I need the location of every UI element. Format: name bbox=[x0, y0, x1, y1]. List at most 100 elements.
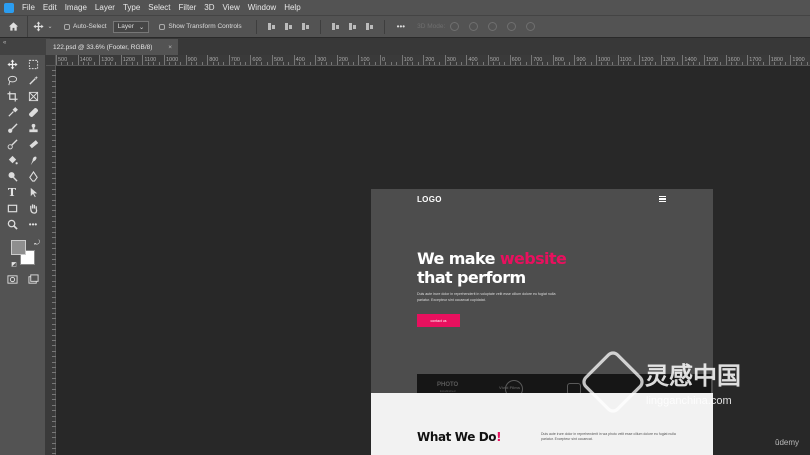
hand-tool-icon[interactable] bbox=[26, 202, 40, 214]
foreground-color-swatch[interactable] bbox=[11, 240, 26, 255]
path-selection-tool-icon[interactable] bbox=[26, 186, 40, 198]
ruler-tick bbox=[115, 62, 117, 65]
ruler-tick bbox=[693, 62, 695, 65]
dodge-tool-icon[interactable] bbox=[5, 170, 19, 182]
3d-mode-label: 3D Mode: bbox=[417, 23, 446, 30]
3d-roll-icon[interactable] bbox=[469, 22, 479, 31]
ruler-tick bbox=[331, 62, 333, 65]
menu-window[interactable]: Window bbox=[244, 0, 280, 15]
edit-toolbar-icon[interactable]: ••• bbox=[26, 218, 40, 230]
menu-3d[interactable]: 3D bbox=[200, 0, 218, 15]
eraser-tool-icon[interactable] bbox=[26, 138, 40, 150]
photoshop-logo-icon[interactable] bbox=[0, 0, 18, 15]
menu-select[interactable]: Select bbox=[144, 0, 174, 15]
ruler-tick bbox=[56, 55, 57, 65]
ruler-tick bbox=[790, 55, 792, 65]
ruler-tick bbox=[660, 55, 662, 65]
ruler-tick bbox=[218, 62, 219, 65]
ruler-tick bbox=[612, 62, 614, 65]
brush-tool-icon[interactable] bbox=[5, 122, 19, 134]
ruler-tick bbox=[315, 55, 317, 65]
auto-select-checkbox[interactable] bbox=[64, 23, 70, 30]
menu-filter[interactable]: Filter bbox=[175, 0, 201, 15]
document-tab[interactable]: 122.psd @ 33.6% (Footer, RGB/8) × bbox=[46, 39, 178, 56]
horizontal-ruler[interactable]: 500 1400 1300 1200 1100 1000 900 800 700 600 500 40… bbox=[56, 55, 810, 66]
ruler-label: 1800 bbox=[770, 57, 784, 63]
ruler-tick bbox=[493, 62, 495, 65]
screen-mode-icon[interactable] bbox=[26, 273, 40, 285]
ruler-tick bbox=[88, 62, 90, 65]
ruler-tick bbox=[504, 62, 506, 65]
type-tool-icon[interactable]: T bbox=[5, 186, 19, 199]
ruler-tick bbox=[785, 62, 786, 65]
ruler-tick bbox=[99, 55, 101, 65]
lasso-tool-icon[interactable] bbox=[5, 74, 19, 86]
ruler-tick bbox=[482, 62, 484, 65]
align-top-edges-icon[interactable] bbox=[331, 22, 340, 31]
ruler-origin[interactable] bbox=[46, 55, 56, 66]
ruler-tick bbox=[390, 62, 392, 65]
crop-tool-icon[interactable] bbox=[5, 90, 19, 102]
align-bottom-edges-icon[interactable] bbox=[365, 22, 374, 31]
frame-tool-icon[interactable] bbox=[26, 90, 40, 102]
what-we-do-heading: What We Do! bbox=[417, 430, 502, 444]
ruler-tick bbox=[299, 62, 300, 65]
stamp-tool-icon[interactable] bbox=[26, 122, 40, 134]
3d-scale-icon[interactable] bbox=[526, 22, 536, 31]
ruler-label: 200 bbox=[425, 57, 435, 63]
menu-file[interactable]: File bbox=[18, 0, 39, 15]
move-tool-preset-button[interactable]: ⌄ bbox=[28, 21, 58, 32]
menu-layer[interactable]: Layer bbox=[91, 0, 119, 15]
ruler-tick bbox=[709, 62, 711, 65]
pen-tool-icon[interactable] bbox=[26, 170, 40, 182]
3d-slide-icon[interactable] bbox=[507, 22, 517, 31]
align-vertical-centers-icon[interactable] bbox=[284, 22, 293, 31]
ruler-tick bbox=[196, 62, 198, 65]
quick-mask-icon[interactable] bbox=[5, 273, 19, 285]
ruler-tick bbox=[272, 55, 273, 65]
ruler-tick bbox=[671, 62, 673, 65]
menu-view[interactable]: View bbox=[219, 0, 244, 15]
move-tool-icon[interactable] bbox=[5, 58, 19, 70]
default-colors-icon[interactable]: ◩ bbox=[7, 258, 21, 270]
ruler-tick bbox=[245, 62, 246, 65]
magic-wand-tool-icon[interactable] bbox=[26, 74, 40, 86]
ruler-label: 1000 bbox=[598, 57, 611, 63]
eyedropper-tool-icon[interactable] bbox=[5, 106, 19, 118]
document-artboard[interactable]: LOGO We make website that perform Duis a… bbox=[371, 189, 713, 455]
options-bar: ⌄ Auto-Select Layer ⌄ Show Transform Con… bbox=[0, 15, 810, 38]
vertical-ruler[interactable] bbox=[46, 66, 56, 455]
menu-type[interactable]: Type bbox=[119, 0, 144, 15]
show-transform-checkbox[interactable] bbox=[159, 23, 166, 30]
zoom-tool-icon[interactable] bbox=[5, 218, 19, 230]
paint-bucket-tool-icon[interactable] bbox=[5, 154, 19, 166]
hero-headline: We make website that perform bbox=[417, 249, 567, 287]
history-brush-tool-icon[interactable] bbox=[5, 138, 19, 150]
home-button[interactable] bbox=[0, 15, 28, 38]
close-tab-button[interactable]: × bbox=[168, 44, 172, 51]
more-options-button[interactable]: ••• bbox=[397, 22, 405, 31]
3d-orbit-icon[interactable] bbox=[450, 22, 460, 31]
menu-help[interactable]: Help bbox=[280, 0, 304, 15]
auto-select-target-dropdown[interactable]: Layer ⌄ bbox=[112, 20, 150, 33]
collapse-toolbar-button[interactable]: « bbox=[0, 38, 50, 56]
ruler-tick bbox=[374, 62, 376, 65]
3d-pan-icon[interactable] bbox=[488, 22, 498, 31]
ruler-tick bbox=[185, 55, 187, 65]
align-right-edges-icon[interactable] bbox=[301, 22, 310, 31]
smudge-tool-icon[interactable] bbox=[26, 154, 40, 166]
auto-select-target-value: Layer bbox=[117, 23, 134, 30]
align-horizontal-centers-icon[interactable] bbox=[348, 22, 357, 31]
ruler-tick bbox=[309, 62, 311, 65]
menu-edit[interactable]: Edit bbox=[39, 0, 61, 15]
ruler-tick bbox=[342, 62, 344, 65]
healing-brush-tool-icon[interactable] bbox=[26, 106, 40, 118]
align-left-edges-icon[interactable] bbox=[267, 22, 276, 31]
marquee-tool-icon[interactable] bbox=[26, 58, 40, 70]
ruler-tick bbox=[747, 55, 749, 65]
menu-image[interactable]: Image bbox=[61, 0, 91, 15]
ruler-label: 200 bbox=[338, 57, 348, 63]
ruler-tick bbox=[633, 62, 635, 65]
rectangle-tool-icon[interactable] bbox=[5, 202, 19, 214]
swap-colors-icon[interactable]: ⤾ bbox=[30, 238, 44, 250]
